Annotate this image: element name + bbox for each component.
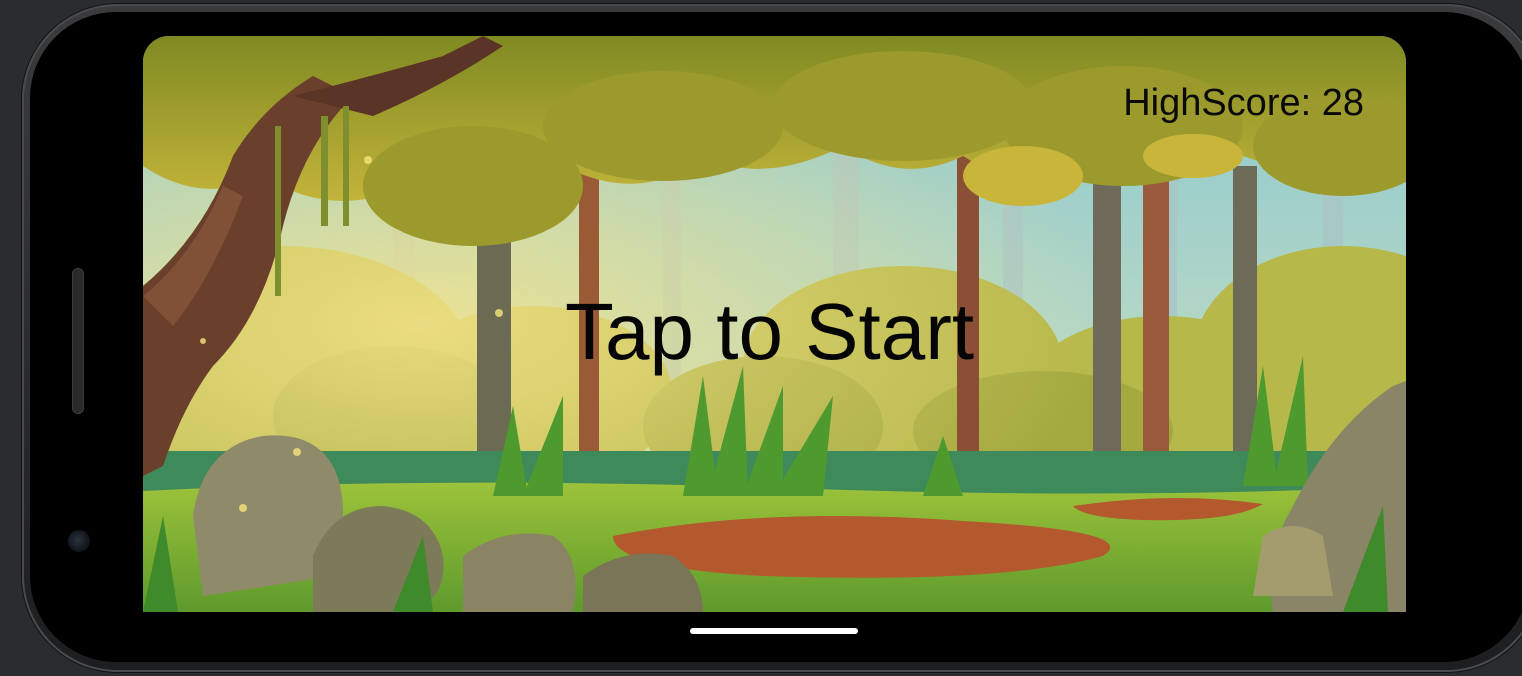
speaker-grille: [72, 268, 84, 414]
home-gesture-bar[interactable]: [690, 628, 858, 634]
highscore-label: HighScore: 28: [1123, 82, 1364, 124]
tap-to-start-prompt[interactable]: Tap to Start: [565, 286, 974, 378]
front-camera-icon: [68, 530, 90, 552]
game-screen[interactable]: HighScore: 28 Tap to Start: [143, 36, 1406, 612]
device-stage: HighScore: 28 Tap to Start: [0, 0, 1522, 676]
